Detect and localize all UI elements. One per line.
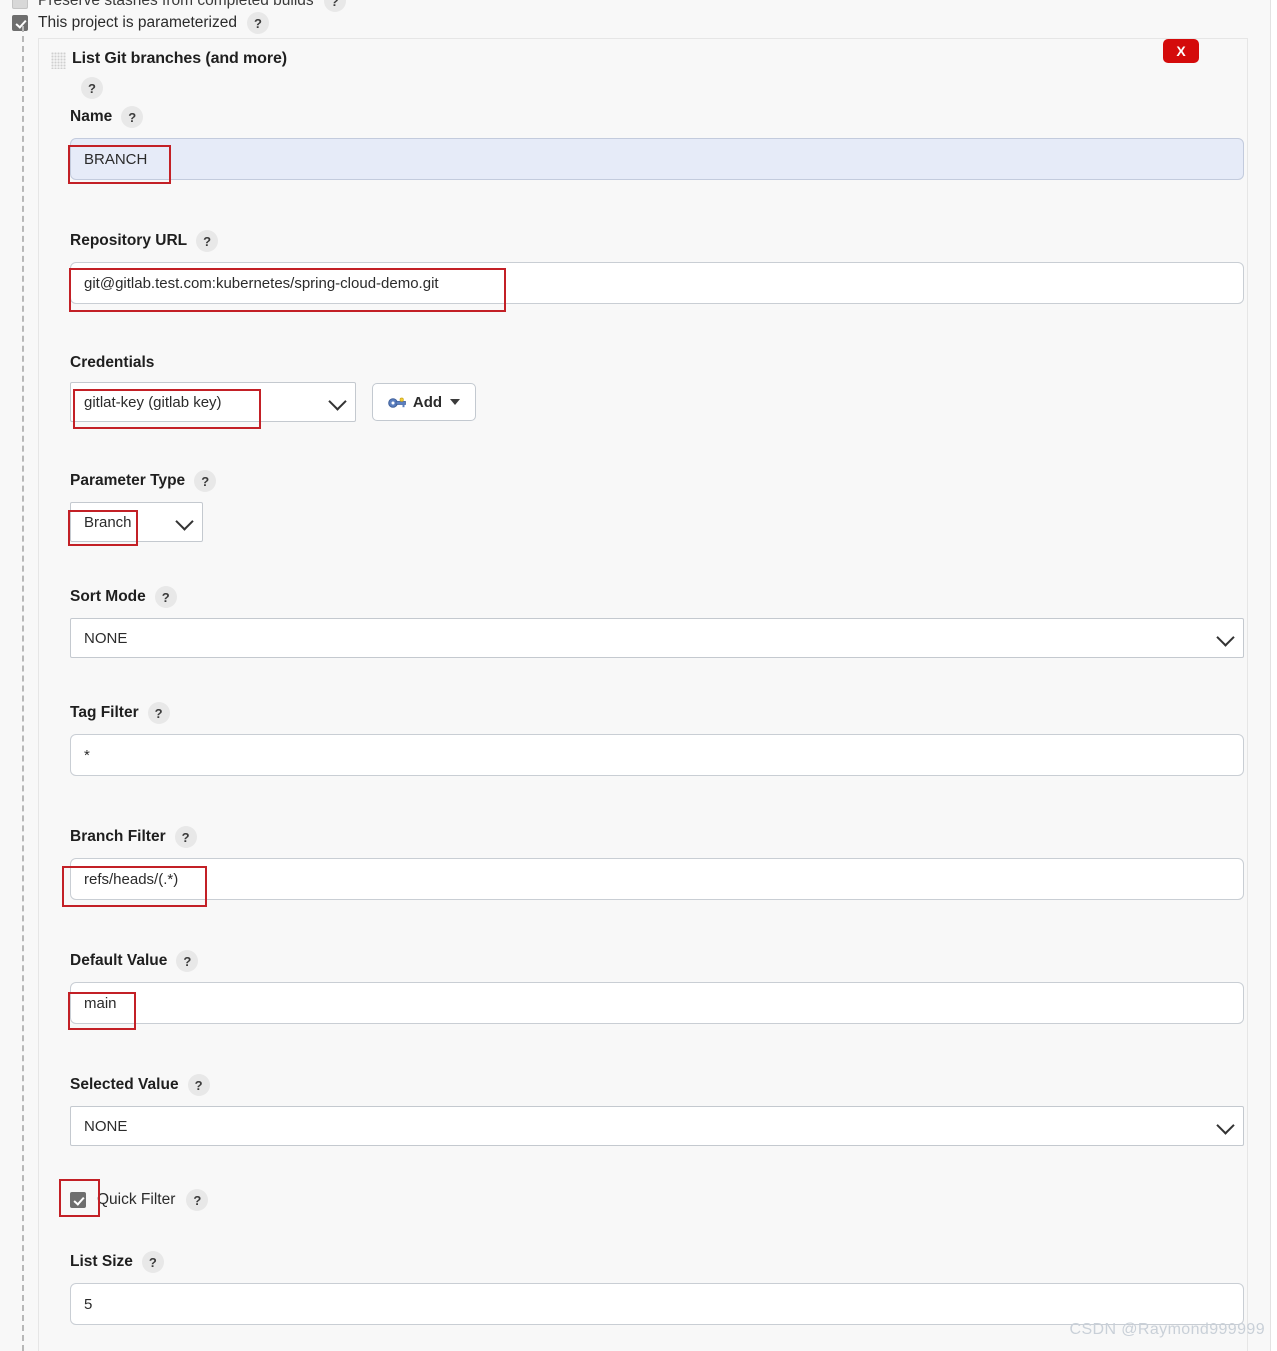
label-text: Repository URL [70,232,188,249]
help-icon[interactable]: ? [187,1074,210,1096]
field-sort-mode: Sort Mode ? NONE [70,586,1244,658]
key-icon [388,397,406,408]
help-icon[interactable]: ? [196,230,219,252]
sort-mode-selected-value: NONE [84,629,128,647]
field-label-sort-mode: Sort Mode ? [70,586,1244,608]
help-icon[interactable]: ? [186,1189,209,1211]
field-list-size: List Size ? 5 [70,1251,1244,1325]
parameter-panel: List Git branches (and more) ? X Name ? … [38,38,1248,1351]
credentials-row: gitlat-key (gitlab key) Add [70,382,1244,422]
field-quick-filter: Quick Filter ? [70,1189,1244,1211]
field-label-selected-value: Selected Value ? [70,1074,1244,1096]
label-text: Parameter Type [70,472,186,489]
label-text: Branch Filter [70,828,166,845]
selected-value-select[interactable]: NONE [70,1106,1244,1146]
panel-title: List Git branches (and more) [72,50,288,67]
parameter-type-selected-value: Branch [84,513,132,531]
default-value-input[interactable]: main [70,982,1244,1024]
quick-filter-row[interactable]: Quick Filter ? [70,1189,1244,1211]
repository-url-input[interactable]: git@gitlab.test.com:kubernetes/spring-cl… [70,262,1244,304]
help-icon[interactable]: ? [174,826,197,848]
help-icon[interactable]: ? [147,702,170,724]
credentials-select[interactable]: gitlat-key (gitlab key) [70,382,356,422]
help-icon[interactable]: ? [176,950,199,972]
field-label-tag-filter: Tag Filter ? [70,702,1244,724]
help-icon[interactable]: ? [194,470,217,492]
field-label-parameter-type: Parameter Type ? [70,470,1244,492]
field-label-repository-url: Repository URL ? [70,230,1244,252]
project-parameterized-checkbox[interactable] [12,15,28,31]
sort-mode-select[interactable]: NONE [70,618,1244,658]
help-icon[interactable]: ? [154,586,177,608]
field-label-default-value: Default Value ? [70,950,1244,972]
quick-filter-checkbox[interactable] [70,1192,86,1208]
caret-down-icon [450,399,461,405]
help-icon[interactable]: ? [141,1251,164,1273]
label-text: Name [70,108,113,125]
project-parameterized-label: This project is parameterized [38,14,237,31]
chevron-down-icon [1216,1116,1235,1135]
chevron-down-icon [175,512,194,531]
field-branch-filter: Branch Filter ? refs/heads/(.*) [70,826,1244,900]
label-text: Selected Value [70,1076,179,1093]
watermark: CSDN @Raymond999999 [1069,1321,1265,1338]
label-text: Default Value [70,952,168,969]
field-parameter-type: Parameter Type ? Branch [70,470,1244,542]
selected-value-selected-value: NONE [84,1117,128,1135]
tag-filter-input[interactable]: * [70,734,1244,776]
field-repository-url: Repository URL ? git@gitlab.test.com:kub… [70,230,1244,304]
project-parameterized-row[interactable]: This project is parameterized ? [12,10,269,36]
add-credentials-button[interactable]: Add [372,383,476,421]
preserve-stashes-label: Preserve stashes from completed builds [38,0,314,9]
add-button-label: Add [412,393,443,411]
field-credentials: Credentials gitlat-key (gitlab key) Add [70,354,1244,422]
drag-grip-icon[interactable] [51,52,66,69]
help-icon[interactable]: ? [81,77,103,99]
list-size-input[interactable]: 5 [70,1283,1244,1325]
label-text: List Size [70,1253,133,1270]
label-text: Credentials [70,354,155,371]
parameter-tree-guide [22,26,24,1351]
field-label-credentials: Credentials [70,354,1244,372]
field-default-value: Default Value ? main [70,950,1244,1024]
chevron-down-icon [328,392,347,411]
parameter-type-select[interactable]: Branch [70,502,203,542]
field-name: Name ? BRANCH [70,106,1244,180]
quick-filter-label: Quick Filter [97,1191,176,1208]
branch-filter-input[interactable]: refs/heads/(.*) [70,858,1244,900]
label-text: Sort Mode [70,588,146,605]
help-icon[interactable]: ? [121,106,144,128]
field-tag-filter: Tag Filter ? * [70,702,1244,776]
name-input[interactable]: BRANCH [70,138,1244,180]
help-icon[interactable]: ? [323,0,346,12]
field-label-list-size: List Size ? [70,1251,1244,1273]
field-label-branch-filter: Branch Filter ? [70,826,1244,848]
page-canvas: Preserve stashes from completed builds ?… [0,0,1277,1351]
help-icon[interactable]: ? [247,12,269,34]
field-selected-value: Selected Value ? NONE [70,1074,1244,1146]
preserve-stashes-checkbox[interactable] [12,0,28,9]
chevron-down-icon [1216,628,1235,647]
credentials-selected-value: gitlat-key (gitlab key) [84,393,222,411]
label-text: Tag Filter [70,704,139,721]
page-right-gutter [1271,0,1277,1351]
field-label-name: Name ? [70,106,1244,128]
delete-parameter-button[interactable]: X [1163,39,1199,63]
